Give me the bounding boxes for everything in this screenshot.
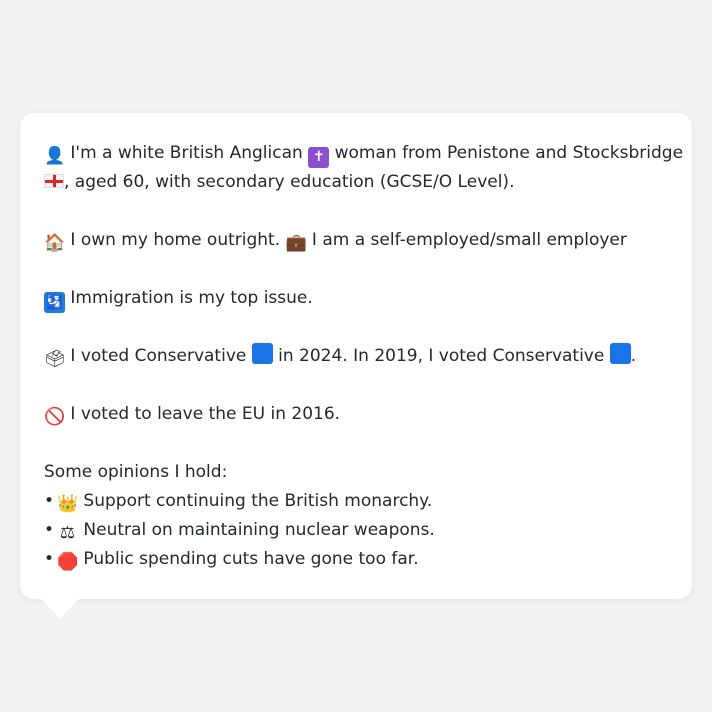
ballot-box-icon: 🗳 (44, 349, 66, 369)
demographics-text-b: woman from Penistone and Stocksbridge (329, 143, 684, 163)
housing-employment-paragraph: 🏠 I own my home outright. 💼 I am a self-… (44, 226, 668, 255)
employment-text: I am a self-employed/small employer (306, 230, 627, 250)
opinion-text: Neutral on maintaining nuclear weapons. (78, 520, 435, 540)
speech-bubble-tail (40, 598, 80, 619)
bullet: • (44, 520, 55, 540)
voting-paragraph: 🗳 I voted Conservative in 2024. In 2019,… (44, 342, 668, 371)
bullet: • (44, 549, 55, 569)
blue-square-icon (251, 343, 273, 364)
persona-card: 👤 I'm a white British Anglican ✝ woman f… (20, 113, 692, 599)
vote-2024-text: I voted Conservative (65, 346, 252, 366)
opinions-heading: Some opinions I hold: (44, 462, 228, 482)
opinion-text: Public spending cuts have gone too far. (78, 549, 419, 569)
opinion-item: • 🛑 Public spending cuts have gone too fa… (44, 545, 668, 574)
brexit-text: I voted to leave the EU in 2016. (65, 404, 341, 424)
opinions-section: Some opinions I hold: • 👑 Support continu… (44, 458, 668, 574)
prohibited-icon: 🚫 (44, 407, 66, 427)
demographics-text-a: I'm a white British Anglican (65, 143, 309, 163)
house-icon: 🏠 (44, 233, 66, 253)
opinion-text: Support continuing the British monarchy. (78, 491, 433, 511)
crown-icon: 👑 (57, 494, 79, 514)
vote-2019-text: in 2024. In 2019, I voted Conservative (272, 346, 610, 366)
housing-text: I own my home outright. (65, 230, 286, 250)
top-issue-text: Immigration is my top issue. (65, 288, 313, 308)
balance-scale-icon: ⚖ (59, 523, 76, 543)
latin-cross-icon: ✝ (308, 147, 330, 168)
persona-description: 👤 I'm a white British Anglican ✝ woman f… (44, 139, 683, 574)
bullet: • (44, 491, 55, 511)
vote-period: . (630, 346, 637, 366)
opinion-item: • 👑 Support continuing the British monarc… (44, 487, 668, 516)
blue-square-icon (609, 343, 631, 364)
top-issue-paragraph: 🛂 Immigration is my top issue. (44, 284, 668, 313)
demographics-paragraph: 👤 I'm a white British Anglican ✝ woman f… (44, 139, 683, 197)
stop-sign-icon: 🛑 (57, 552, 79, 572)
person-silhouette-icon: 👤 (44, 146, 66, 166)
england-flag-icon (44, 174, 64, 188)
demographics-text-c: , aged 60, with secondary education (GCS… (64, 172, 515, 192)
opinion-item: • ⚖ Neutral on maintaining nuclear weapon… (44, 516, 668, 545)
briefcase-icon: 💼 (285, 233, 307, 253)
brexit-paragraph: 🚫 I voted to leave the EU in 2016. (44, 400, 668, 429)
passport-control-icon: 🛂 (44, 292, 65, 313)
